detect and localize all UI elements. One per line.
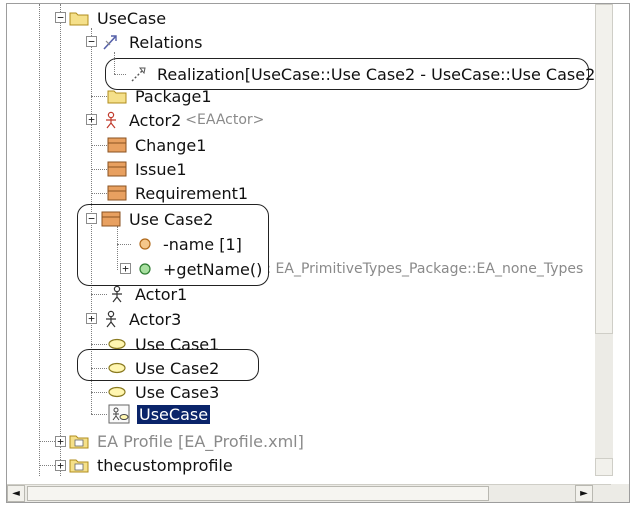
scroll-right-arrow-icon: ►	[580, 488, 588, 499]
highlight-oval	[105, 58, 589, 90]
tree-item-actor2[interactable]: Actor2 <EAActor>	[101, 108, 266, 132]
diagram-icon	[107, 403, 131, 425]
expand-toggle[interactable]: +	[55, 436, 66, 447]
tree-item-label: Relations	[129, 32, 203, 52]
horizontal-scrollbar[interactable]: ◄ ►	[7, 484, 613, 502]
project-browser-panel: − UseCase − Relations Realization[UseCas…	[6, 3, 630, 503]
tree-guide-line	[91, 193, 107, 194]
tree-guide-line	[91, 294, 107, 295]
profile-package-icon	[69, 432, 89, 450]
tree-guide-line	[91, 169, 107, 170]
tree-item-thecustomprofile[interactable]: thecustomprofile	[69, 453, 235, 476]
expand-toggle[interactable]: +	[86, 313, 97, 324]
actor-icon	[101, 111, 121, 129]
tree-item-label: UseCase	[137, 404, 211, 424]
vertical-scrollbar[interactable]	[595, 4, 613, 476]
tree-item-label: Change1	[135, 135, 207, 155]
tree-item-actor3[interactable]: Actor3	[101, 307, 183, 331]
collapse-toggle[interactable]: −	[55, 12, 66, 23]
tree-item-usecase-package[interactable]: UseCase	[69, 6, 168, 30]
return-type-label: : EA_PrimitiveTypes_Package::EA_none_Typ…	[266, 261, 584, 277]
tree-item-label: Actor3	[129, 309, 182, 329]
tree-item-label: Actor2	[129, 110, 182, 130]
tree-item-relations[interactable]: Relations	[101, 30, 204, 54]
scroll-down-button[interactable]	[595, 458, 613, 476]
element-icon	[107, 160, 127, 178]
folder-icon	[69, 9, 89, 27]
expand-toggle[interactable]: +	[55, 460, 66, 471]
tree-item-label: EA Profile [EA_Profile.xml]	[97, 431, 304, 451]
tree-view: − UseCase − Relations Realization[UseCas…	[7, 4, 613, 476]
tree-guide-line	[91, 414, 107, 415]
tree-item-issue1[interactable]: Issue1	[107, 157, 189, 181]
relations-icon	[101, 33, 121, 51]
tree-guide-line	[39, 4, 40, 476]
stereotype-label: <EAActor>	[185, 112, 265, 128]
scrollbar-corner	[611, 484, 629, 502]
tree-item-usecase-diagram[interactable]: UseCase	[107, 402, 211, 426]
tree-guide-line	[60, 4, 61, 476]
tree-item-use-case3[interactable]: Use Case3	[107, 380, 221, 404]
tree-item-label: Actor1	[135, 284, 188, 304]
element-icon	[107, 184, 127, 202]
usecase-oval-icon	[107, 383, 127, 401]
tree-item-label: Use Case3	[135, 382, 220, 402]
scroll-right-button[interactable]: ►	[575, 485, 593, 502]
actor-icon	[107, 285, 127, 303]
tree-item-label: UseCase	[97, 8, 167, 28]
scroll-left-button[interactable]: ◄	[7, 485, 25, 502]
highlight-oval	[77, 349, 259, 381]
tree-guide-line	[91, 392, 107, 393]
collapse-toggle[interactable]: −	[86, 36, 97, 47]
highlight-oval	[77, 204, 269, 286]
tree-guide-line	[39, 441, 55, 442]
tree-item-change1[interactable]: Change1	[107, 133, 208, 157]
expand-toggle[interactable]: +	[86, 114, 97, 125]
element-icon	[107, 136, 127, 154]
vertical-scrollbar-thumb[interactable]	[595, 4, 613, 334]
horizontal-scrollbar-thumb[interactable]	[27, 486, 489, 501]
tree-guide-line	[91, 145, 107, 146]
scroll-left-arrow-icon: ◄	[12, 488, 20, 499]
tree-guide-line	[91, 344, 107, 345]
profile-package-icon	[69, 456, 89, 474]
tree-item-requirement1[interactable]: Requirement1	[107, 181, 250, 205]
tree-item-label: Requirement1	[135, 183, 249, 203]
tree-item-label: thecustomprofile	[97, 455, 233, 475]
actor-icon	[101, 310, 121, 328]
tree-item-label: Issue1	[135, 159, 187, 179]
tree-item-ea-profile[interactable]: EA Profile [EA_Profile.xml]	[69, 429, 306, 453]
tree-guide-line	[39, 465, 55, 466]
tree-guide-line	[91, 96, 107, 97]
